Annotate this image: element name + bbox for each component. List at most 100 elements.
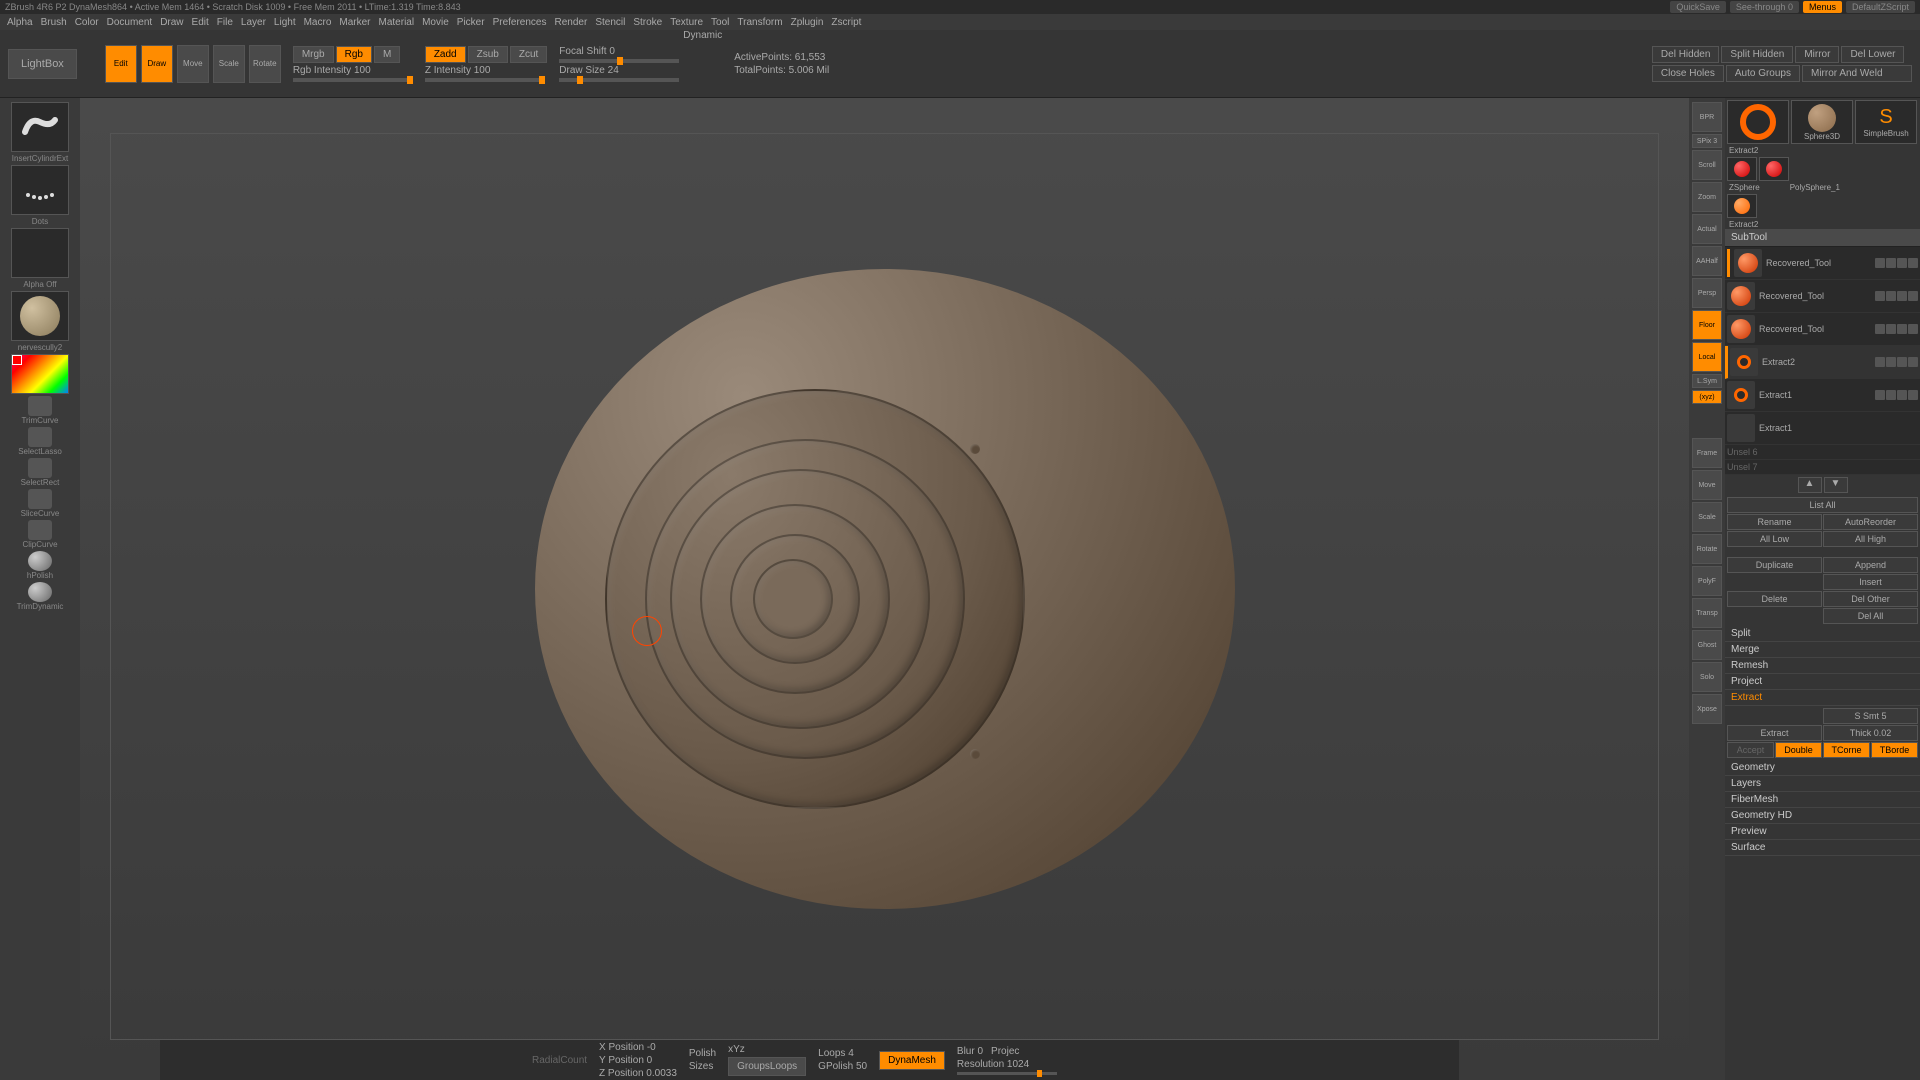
zoom-button[interactable]: Zoom: [1692, 182, 1722, 212]
local-button[interactable]: Local: [1692, 342, 1722, 372]
delete-button[interactable]: Delete: [1727, 591, 1822, 607]
ghost-button[interactable]: Ghost: [1692, 630, 1722, 660]
groupsloops-button[interactable]: GroupsLoops: [728, 1057, 806, 1076]
bpr-button[interactable]: BPR: [1692, 102, 1722, 132]
tool-thumb-simplebrush[interactable]: SSimpleBrush: [1855, 100, 1917, 144]
menu-draw[interactable]: Draw: [158, 17, 185, 28]
menu-marker[interactable]: Marker: [337, 17, 372, 28]
mirror-weld-button[interactable]: Mirror And Weld: [1802, 65, 1912, 82]
del-other-button[interactable]: Del Other: [1823, 591, 1918, 607]
aahalf-button[interactable]: AAHalf: [1692, 246, 1722, 276]
tool-thumb-sphere3d[interactable]: Sphere3D: [1791, 100, 1853, 144]
dynamesh-button[interactable]: DynaMesh: [879, 1051, 945, 1070]
xyz-label[interactable]: xYz: [728, 1044, 806, 1055]
edit-button[interactable]: Edit: [105, 45, 137, 83]
menu-movie[interactable]: Movie: [420, 17, 451, 28]
merge-section[interactable]: Merge: [1725, 642, 1920, 658]
selectlasso-icon[interactable]: [28, 427, 52, 447]
tcorne-button[interactable]: TCorne: [1823, 742, 1870, 758]
del-all-button[interactable]: Del All: [1823, 608, 1918, 624]
zsub-button[interactable]: Zsub: [468, 46, 508, 63]
canvas[interactable]: RadialCount X Position -0 Y Position 0 Z…: [80, 98, 1689, 1080]
xyz-button[interactable]: (xyz): [1692, 390, 1722, 404]
rotate-button-r[interactable]: Rotate: [1692, 534, 1722, 564]
spix-button[interactable]: SPix 3: [1692, 134, 1722, 148]
mrgb-button[interactable]: Mrgb: [293, 46, 334, 63]
subtool-item[interactable]: Unsel 6: [1725, 445, 1920, 460]
move-down-icon[interactable]: ▼: [1824, 477, 1848, 493]
menu-tool[interactable]: Tool: [709, 17, 731, 28]
surface-section[interactable]: Surface: [1725, 840, 1920, 856]
draw-button[interactable]: Draw: [141, 45, 173, 83]
m-button[interactable]: M: [374, 46, 400, 63]
thick-slider[interactable]: Thick 0.02: [1823, 725, 1918, 741]
preview-section[interactable]: Preview: [1725, 824, 1920, 840]
frame-button[interactable]: Frame: [1692, 438, 1722, 468]
trimdynamic-icon[interactable]: [28, 582, 52, 602]
rgb-button[interactable]: Rgb: [336, 46, 372, 63]
radialcount-label[interactable]: RadialCount: [532, 1055, 587, 1066]
zadd-button[interactable]: Zadd: [425, 46, 466, 63]
menu-macro[interactable]: Macro: [302, 17, 334, 28]
insert-button[interactable]: Insert: [1823, 574, 1918, 590]
fibermesh-section[interactable]: FiberMesh: [1725, 792, 1920, 808]
scroll-button[interactable]: Scroll: [1692, 150, 1722, 180]
menu-alpha[interactable]: Alpha: [5, 17, 35, 28]
brush-thumb[interactable]: [11, 102, 69, 152]
del-lower-button[interactable]: Del Lower: [1841, 46, 1904, 63]
mirror-button[interactable]: Mirror: [1795, 46, 1839, 63]
s-smt-slider[interactable]: S Smt 5: [1823, 708, 1918, 724]
slicecurve-icon[interactable]: [28, 489, 52, 509]
rename-button[interactable]: Rename: [1727, 514, 1822, 530]
subtool-item[interactable]: Extract1: [1725, 379, 1920, 412]
all-low-button[interactable]: All Low: [1727, 531, 1822, 547]
transp-button[interactable]: Transp: [1692, 598, 1722, 628]
del-hidden-button[interactable]: Del Hidden: [1652, 46, 1719, 63]
menu-document[interactable]: Document: [105, 17, 155, 28]
quicksave-button[interactable]: QuickSave: [1670, 1, 1726, 13]
focal-shift-slider[interactable]: [559, 59, 679, 63]
move-up-icon[interactable]: ▲: [1798, 477, 1822, 493]
persp-button[interactable]: Persp: [1692, 278, 1722, 308]
all-high-button[interactable]: All High: [1823, 531, 1918, 547]
rgb-intensity-slider[interactable]: [293, 78, 413, 82]
tool-thumb-polysphere[interactable]: [1759, 157, 1789, 181]
subtool-item[interactable]: Recovered_Tool: [1725, 247, 1920, 280]
stroke-thumb[interactable]: [11, 165, 69, 215]
resolution-slider[interactable]: [957, 1072, 1057, 1075]
scale-button[interactable]: Scale: [213, 45, 245, 83]
color-picker[interactable]: [11, 354, 69, 394]
subtool-item[interactable]: Extract1: [1725, 412, 1920, 445]
floor-button[interactable]: Floor: [1692, 310, 1722, 340]
menu-preferences[interactable]: Preferences: [491, 17, 549, 28]
dynamic-label[interactable]: Dynamic: [683, 30, 722, 41]
project-section[interactable]: Project: [1725, 674, 1920, 690]
subtool-header[interactable]: SubTool: [1725, 229, 1920, 247]
geometry-section[interactable]: Geometry: [1725, 760, 1920, 776]
menu-transform[interactable]: Transform: [735, 17, 784, 28]
menu-edit[interactable]: Edit: [190, 17, 211, 28]
split-hidden-button[interactable]: Split Hidden: [1721, 46, 1793, 63]
list-all-button[interactable]: List All: [1727, 497, 1918, 513]
tborde-button[interactable]: TBorde: [1871, 742, 1918, 758]
menu-zscript[interactable]: Zscript: [829, 17, 863, 28]
zcut-button[interactable]: Zcut: [510, 46, 547, 63]
tool-thumb-zsphere[interactable]: [1727, 157, 1757, 181]
material-thumb[interactable]: [11, 291, 69, 341]
auto-groups-button[interactable]: Auto Groups: [1726, 65, 1800, 82]
move-button[interactable]: Move: [177, 45, 209, 83]
lightbox-button[interactable]: LightBox: [8, 49, 77, 79]
extract-section[interactable]: Extract: [1725, 690, 1920, 706]
selectrect-icon[interactable]: [28, 458, 52, 478]
autoreorder-button[interactable]: AutoReorder: [1823, 514, 1918, 530]
menus-button[interactable]: Menus: [1803, 1, 1842, 13]
extract-button[interactable]: Extract: [1727, 725, 1822, 741]
menu-brush[interactable]: Brush: [39, 17, 69, 28]
split-section[interactable]: Split: [1725, 626, 1920, 642]
clipcurve-icon[interactable]: [28, 520, 52, 540]
menu-file[interactable]: File: [215, 17, 235, 28]
double-button[interactable]: Double: [1775, 742, 1822, 758]
menu-zplugin[interactable]: Zplugin: [789, 17, 826, 28]
z-intensity-slider[interactable]: [425, 78, 545, 82]
duplicate-button[interactable]: Duplicate: [1727, 557, 1822, 573]
